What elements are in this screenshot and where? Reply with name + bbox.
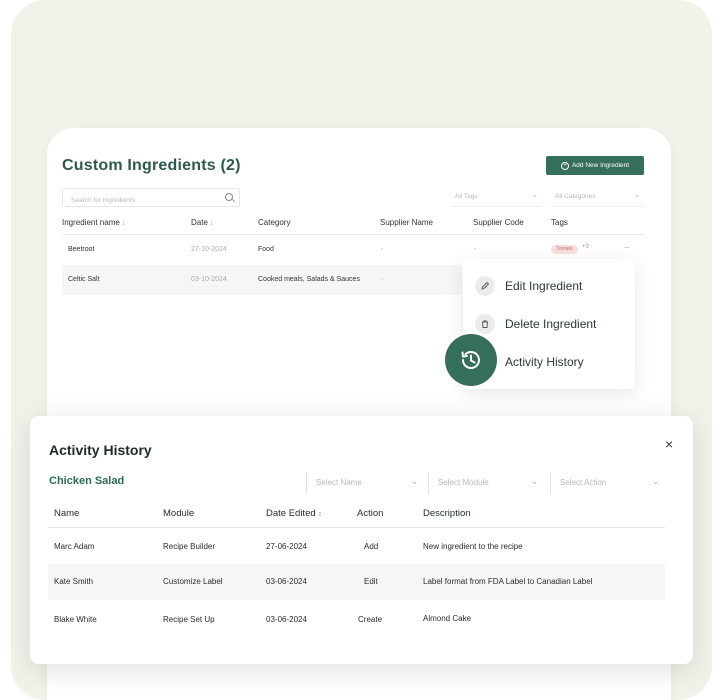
- cell-description: New ingredient to the recipe: [423, 542, 523, 551]
- page-title: Custom Ingredients (2): [62, 157, 241, 174]
- add-ingredient-button[interactable]: + Add New Ingredient: [546, 156, 644, 175]
- sort-icon: ↕: [122, 221, 126, 227]
- menu-item-delete-ingredient[interactable]: Delete Ingredient: [505, 317, 596, 331]
- cell-ingredient-name: Celtic Salt: [68, 276, 100, 283]
- chevron-down-icon: ⌄: [532, 192, 538, 199]
- tags-filter-value: All Tags: [455, 193, 478, 200]
- cell-date: 27-06-2024: [266, 542, 307, 551]
- cell-action: Add: [364, 542, 379, 551]
- select-name-dropdown[interactable]: Select Name ⌄: [306, 472, 424, 494]
- cell-date: 03-06-2024: [266, 577, 307, 586]
- menu-item-edit-ingredient[interactable]: Edit Ingredient: [505, 279, 582, 293]
- sort-icon: ↕: [318, 511, 322, 518]
- column-header-label: Ingredient name: [62, 218, 120, 227]
- select-module-dropdown[interactable]: Select Module ⌄: [428, 472, 544, 494]
- cell-supplier-name: -: [381, 276, 384, 283]
- trash-icon: [475, 314, 495, 334]
- cell-name: Marc Adam: [54, 542, 95, 551]
- recipe-name: Chicken Salad: [49, 475, 125, 487]
- cell-action: Create: [358, 615, 383, 624]
- column-header-module: Module: [163, 508, 195, 519]
- chevron-down-icon: ⌄: [411, 477, 418, 486]
- add-ingredient-label: Add New Ingredient: [571, 162, 630, 169]
- tag-more-count[interactable]: +3: [582, 244, 589, 250]
- pencil-icon: [475, 276, 495, 296]
- search-input[interactable]: [63, 192, 213, 209]
- chevron-down-icon: ⌄: [531, 477, 538, 486]
- chevron-down-icon: ⌄: [634, 192, 640, 199]
- cell-name: Blake White: [54, 615, 97, 624]
- cell-supplier-name: -: [381, 246, 384, 253]
- cell-action: Edit: [364, 577, 378, 586]
- select-action-dropdown[interactable]: Select Action ⌄: [550, 472, 665, 494]
- menu-item-activity-history[interactable]: Activity History: [505, 355, 584, 369]
- column-header-ingredient-name[interactable]: Ingredient name ↕: [62, 218, 125, 227]
- sort-icon: ↕: [210, 221, 214, 227]
- history-icon[interactable]: [445, 334, 497, 386]
- cell-module: Recipe Builder: [163, 542, 216, 551]
- search-icon[interactable]: [225, 193, 233, 201]
- cell-category: Food: [258, 246, 274, 253]
- select-module-placeholder: Select Module: [438, 478, 489, 487]
- cell-module: Recipe Set Up: [163, 615, 215, 624]
- tags-filter[interactable]: All Tags ⌄: [451, 188, 542, 207]
- table-header-divider: [48, 527, 665, 528]
- column-header-supplier-name: Supplier Name: [380, 218, 433, 227]
- table-header-divider: [62, 234, 644, 235]
- column-header-tags: Tags: [551, 218, 568, 227]
- select-name-placeholder: Select Name: [316, 478, 362, 487]
- cell-module: Customize Label: [163, 577, 223, 586]
- cell-date: 27-10-2024: [191, 246, 227, 253]
- column-header-description: Description: [423, 508, 471, 519]
- column-header-action: Action: [357, 508, 384, 519]
- column-header-name: Name: [54, 508, 80, 519]
- cell-description: Label format from FDA Label to Canadian …: [423, 577, 593, 586]
- cell-description: Almond Cake: [423, 614, 472, 623]
- select-action-placeholder: Select Action: [560, 478, 607, 487]
- column-header-supplier-code: Supplier Code: [473, 218, 524, 227]
- cell-category: Cooked meals, Salads & Sauces: [258, 276, 360, 283]
- column-header-date[interactable]: Date ↕: [191, 218, 213, 227]
- categories-filter-value: All Categories: [555, 193, 596, 200]
- close-icon[interactable]: ×: [665, 437, 673, 451]
- column-header-label: Date Edited: [266, 508, 316, 519]
- modal-title: Activity History: [49, 442, 152, 458]
- categories-filter[interactable]: All Categories ⌄: [551, 188, 644, 207]
- more-icon[interactable]: ···: [624, 243, 630, 252]
- cell-name: Kate Smith: [54, 577, 94, 586]
- plus-circle-icon: +: [560, 161, 569, 170]
- cell-ingredient-name: Beetroot: [68, 246, 95, 253]
- chevron-down-icon: ⌄: [652, 477, 659, 486]
- cell-date: 03-10-2024: [191, 276, 227, 283]
- tag-badge: Tomato: [551, 245, 578, 254]
- column-header-label: Date: [191, 218, 208, 227]
- cell-supplier-code: -: [474, 246, 477, 253]
- column-header-date-edited[interactable]: Date Edited ↕: [266, 508, 322, 519]
- cell-date: 03-06-2024: [266, 615, 307, 624]
- search-field: [62, 188, 240, 209]
- column-header-category: Category: [258, 218, 291, 227]
